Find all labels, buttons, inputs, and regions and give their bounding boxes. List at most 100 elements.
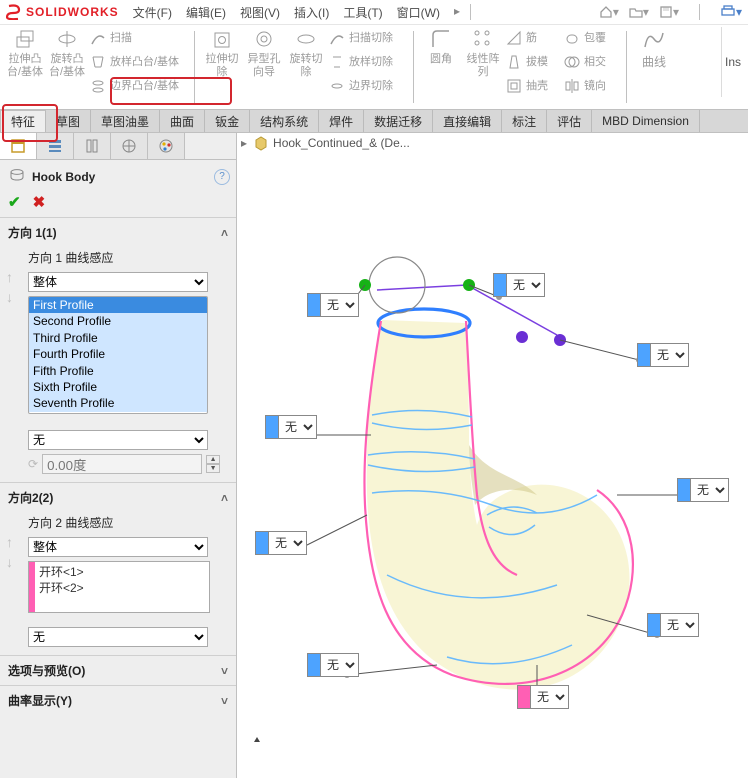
list-item[interactable]: Fifth Profile [29, 363, 207, 379]
command-tab[interactable]: 直接编辑 [433, 110, 502, 132]
callout-select[interactable]: 无 [269, 532, 306, 554]
home-icon[interactable]: ▾ [599, 5, 619, 19]
hole-wizard-button[interactable]: 异型孔 向导 [243, 27, 285, 97]
mirror-button[interactable]: 镜向 [562, 75, 620, 97]
shell-button[interactable]: 抽壳 [504, 75, 562, 97]
dir2-influence-combo[interactable]: 整体 [28, 537, 208, 557]
callout-select[interactable]: 无 [507, 274, 544, 296]
linear-pattern-button[interactable]: 线性阵 列 [462, 27, 504, 97]
callout-4[interactable]: 无 [265, 415, 317, 439]
graphics-viewport[interactable]: ▸ Hook_Continued_& (De... [237, 133, 748, 778]
print-icon[interactable]: ▾ [720, 5, 742, 19]
callout-1[interactable]: 无 [307, 293, 359, 317]
callout-select[interactable]: 无 [531, 686, 568, 708]
command-tab[interactable]: 数据迁移 [364, 110, 433, 132]
angle-spinner[interactable]: ▲▼ [206, 455, 220, 473]
wrap-button[interactable]: 包覆 [562, 27, 620, 49]
command-tab[interactable]: 草图 [46, 110, 91, 132]
command-tab[interactable]: MBD Dimension [592, 110, 700, 132]
property-tab[interactable] [37, 133, 74, 159]
confirm-row: ✔ ✖ [0, 191, 236, 217]
open-folder-icon[interactable]: ▾ [629, 5, 649, 19]
list-item[interactable]: Second Profile [29, 313, 207, 329]
intersect-button[interactable]: 相交 [562, 51, 620, 73]
revolve-boss-button[interactable]: 旋转凸 台/基体 [46, 27, 88, 97]
callout-8[interactable]: 无 [307, 653, 359, 677]
solidworks-logo-icon [6, 4, 22, 20]
callout-5[interactable]: 无 [677, 478, 729, 502]
menu-insert[interactable]: 插入(I) [294, 4, 329, 21]
dir2-type-combo[interactable]: 无 [28, 627, 208, 647]
config-tab[interactable] [74, 133, 111, 159]
callout-select[interactable]: 无 [321, 294, 358, 316]
command-tab[interactable]: 草图油墨 [91, 110, 160, 132]
list-item[interactable]: 开环<2> [39, 580, 84, 596]
dim-tab[interactable] [111, 133, 148, 159]
menu-view[interactable]: 视图(V) [240, 4, 280, 21]
menu-file[interactable]: 文件(F) [133, 4, 172, 21]
dir1-profiles-list[interactable]: First ProfileSecond ProfileThird Profile… [28, 296, 208, 414]
move-down-icon[interactable]: ↓ [6, 554, 13, 570]
callout-select[interactable]: 无 [691, 479, 728, 501]
callout-2[interactable]: 无 [493, 273, 545, 297]
fillet-button[interactable]: 圆角 [420, 27, 462, 97]
command-tab[interactable]: 曲面 [160, 110, 205, 132]
callout-select[interactable]: 无 [321, 654, 358, 676]
list-item[interactable]: First Profile [29, 297, 207, 313]
revolve-icon [55, 27, 79, 51]
list-item[interactable]: 开环<1> [39, 564, 84, 580]
dir1-influence-combo[interactable]: 整体 [28, 272, 208, 292]
ok-button[interactable]: ✔ [8, 193, 21, 211]
cancel-button[interactable]: ✖ [33, 193, 46, 211]
boundary-cut-button[interactable]: 边界切除 [327, 75, 407, 97]
curvature-header[interactable]: 曲率显示(Y) ˅ [0, 686, 236, 715]
extrude-boss-button[interactable]: 拉伸凸 台/基体 [4, 27, 46, 97]
loft-button[interactable]: 放样凸台/基体 [88, 51, 188, 73]
callout-7[interactable]: 无 [647, 613, 699, 637]
draft-button[interactable]: 拔模 [504, 51, 562, 73]
pattern-icon [471, 27, 495, 51]
command-tab[interactable]: 特征 [0, 110, 46, 132]
extrude-cut-button[interactable]: 拉伸切 除 [201, 27, 243, 97]
command-tab[interactable]: 标注 [502, 110, 547, 132]
callout-select[interactable]: 无 [651, 344, 688, 366]
menu-window[interactable]: 窗口(W) [397, 4, 440, 21]
list-item[interactable]: Sixth Profile [29, 379, 207, 395]
command-tab[interactable]: 钣金 [205, 110, 250, 132]
appearance-tab[interactable] [148, 133, 185, 159]
callout-select[interactable]: 无 [661, 614, 698, 636]
boundary-boss-button[interactable]: 边界凸台/基体 [88, 75, 188, 97]
options-header[interactable]: 选项与预览(O) ˅ [0, 656, 236, 685]
list-item[interactable]: Seventh Profile [29, 395, 207, 411]
sweep-button[interactable]: 扫描 [88, 27, 188, 49]
callout-6[interactable]: 无 [255, 531, 307, 555]
command-tab[interactable]: 评估 [547, 110, 592, 132]
revolve-cut-button[interactable]: 旋转切 除 [285, 27, 327, 97]
callout-3[interactable]: 无 [637, 343, 689, 367]
list-item[interactable]: Third Profile [29, 330, 207, 346]
help-icon[interactable]: ? [214, 169, 230, 185]
callout-select[interactable]: 无 [279, 416, 316, 438]
sweep-cut-button[interactable]: 扫描切除 [327, 27, 407, 49]
loft-cut-button[interactable]: 放样切除 [327, 51, 407, 73]
instant3d-button[interactable]: Ins [721, 27, 744, 97]
menu-edit[interactable]: 编辑(E) [186, 4, 226, 21]
dir2-curves-list[interactable]: 开环<1> 开环<2> [28, 561, 210, 613]
menu-tools[interactable]: 工具(T) [343, 4, 382, 21]
move-up-icon[interactable]: ↑ [6, 269, 13, 285]
rib-button[interactable]: 筋 [504, 27, 562, 49]
curves-button[interactable]: 曲线 [633, 27, 675, 97]
direction2-header[interactable]: 方向2(2) ˄ [0, 483, 236, 512]
direction1-header[interactable]: 方向 1(1) ˄ [0, 218, 236, 247]
command-tab[interactable]: 焊件 [319, 110, 364, 132]
move-down-icon[interactable]: ↓ [6, 289, 13, 305]
command-tab[interactable]: 结构系统 [250, 110, 319, 132]
dir1-type-combo[interactable]: 无 [28, 430, 208, 450]
move-up-icon[interactable]: ↑ [6, 534, 13, 550]
callout-9[interactable]: 无 [517, 685, 569, 709]
menu-more-icon[interactable]: ▸ [454, 4, 460, 21]
feature-tree-tab[interactable] [0, 133, 37, 159]
list-item[interactable]: Fourth Profile [29, 346, 207, 362]
save-icon[interactable]: ▾ [659, 5, 679, 19]
command-ribbon: 拉伸凸 台/基体 旋转凸 台/基体 扫描 放样凸台/基体 边界凸台/基体 拉伸切… [0, 25, 748, 110]
